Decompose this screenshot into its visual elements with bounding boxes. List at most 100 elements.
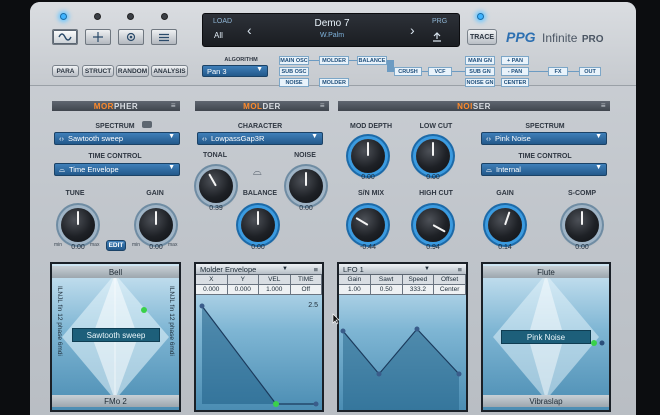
lfo-title[interactable]: LFO 1 xyxy=(343,265,364,274)
tab-oscillator[interactable] xyxy=(52,29,78,45)
lfo-value-speed[interactable]: 333.2 xyxy=(402,285,435,295)
edit-button[interactable]: EDIT xyxy=(106,240,126,251)
envelope-link-icon[interactable]: ⌓ xyxy=(253,166,262,179)
pad-left-side-text: ILNJL fin 12 phase 6mdi xyxy=(56,286,63,356)
lfo-table: Gain Sawt Speed Offset 1.00 0.50 333.2 Center xyxy=(339,275,466,295)
low-cut-label: LOW CUT xyxy=(419,123,453,130)
morpher-title: PHER xyxy=(113,101,139,111)
noiser-gain-knob[interactable] xyxy=(488,208,522,242)
lfo-value-sawt[interactable]: 0.50 xyxy=(370,285,403,295)
route-main-gain[interactable]: MAIN GN xyxy=(465,56,495,65)
pad-right-top-label[interactable]: Flute xyxy=(483,266,609,278)
algorithm-select[interactable]: Pan 3 ▼ xyxy=(202,65,268,77)
molder-noise-knob[interactable] xyxy=(289,169,323,203)
morph-pad-right[interactable]: Flute Pink Noise Vibraslap xyxy=(481,262,611,412)
molder-header: MOL DER ≡ xyxy=(195,101,329,111)
tab-effects[interactable] xyxy=(118,29,144,45)
chevron-down-icon: ▼ xyxy=(168,133,175,140)
preset-name[interactable]: Demo 7 xyxy=(273,18,391,29)
export-preset-button[interactable] xyxy=(432,30,442,48)
character-value: LowpassGap3R xyxy=(211,134,265,143)
env-value-vel[interactable]: 1.000 xyxy=(259,285,291,295)
morpher-gain-value: 0.00 xyxy=(149,244,163,251)
morpher-menu-icon[interactable]: ≡ xyxy=(171,101,176,110)
morph-pad-left[interactable]: Bell Sawtooth sweep FMo 2 ILNJL fin 12 p… xyxy=(50,262,181,412)
lfo-value-gain[interactable]: 1.00 xyxy=(339,285,371,295)
morpher-time-control-select[interactable]: ⌓ Time Envelope ▼ xyxy=(54,163,180,176)
spectrum-toggle-icon[interactable] xyxy=(142,121,152,128)
character-label: CHARACTER xyxy=(237,123,283,130)
env-header-y: Y xyxy=(227,275,259,285)
struct-button[interactable]: STRUCT xyxy=(82,65,114,77)
para-button[interactable]: PARA xyxy=(52,65,79,77)
molder-envelope-menu-icon[interactable]: ≡ xyxy=(314,265,318,274)
route-sub-gain[interactable]: SUB GN xyxy=(465,67,495,76)
chevron-down-icon[interactable]: ▼ xyxy=(424,266,430,272)
prev-preset-button[interactable]: ‹ xyxy=(247,22,252,38)
noiser-time-control-select[interactable]: ⌓ Internal ▼ xyxy=(481,163,607,176)
env-value-y[interactable]: 0.000 xyxy=(227,285,259,295)
lfo-value-offset[interactable]: Center xyxy=(434,285,466,295)
high-cut-knob[interactable] xyxy=(416,208,450,242)
pad-right-bottom-label[interactable]: Vibraslap xyxy=(483,395,609,407)
morpher-spectrum-select[interactable]: ‹› Sawtooth sweep ▼ xyxy=(54,132,180,145)
route-noise[interactable]: NOISE xyxy=(279,78,309,87)
route-balance[interactable]: BALANCE xyxy=(357,56,387,65)
morpher-time-control-value: Time Envelope xyxy=(68,165,119,174)
mod-depth-knob[interactable] xyxy=(351,139,385,173)
scomp-knob[interactable] xyxy=(565,208,599,242)
pad-left-top-label[interactable]: Bell xyxy=(52,266,179,278)
lfo-menu-icon[interactable]: ≡ xyxy=(458,265,462,274)
route-molder-1[interactable]: MOLDER xyxy=(319,56,349,65)
chevron-down-icon[interactable]: ▼ xyxy=(282,266,288,272)
balance-knob[interactable] xyxy=(241,208,275,242)
molder-envelope-title[interactable]: Molder Envelope xyxy=(200,265,256,274)
noiser-menu-icon[interactable]: ≡ xyxy=(601,101,606,110)
lfo-header-sawt: Sawt xyxy=(370,275,403,285)
character-select[interactable]: ‹› LowpassGap3R ▼ xyxy=(197,132,323,145)
route-minus-pan[interactable]: - PAN xyxy=(501,67,529,76)
load-category[interactable]: All xyxy=(214,31,223,40)
morpher-gain-knob[interactable] xyxy=(139,208,173,242)
route-crush[interactable]: CRUSH xyxy=(394,67,422,76)
low-cut-knob[interactable] xyxy=(416,139,450,173)
random-button[interactable]: RANDOM xyxy=(116,65,149,77)
route-out[interactable]: OUT xyxy=(579,67,601,76)
env-value-x[interactable]: 0.000 xyxy=(196,285,228,295)
env-value-time[interactable]: Off xyxy=(290,285,322,295)
trace-button[interactable]: TRACE xyxy=(467,29,497,45)
tab-modulation[interactable] xyxy=(85,29,111,45)
low-cut-value: 0.00 xyxy=(426,174,440,181)
tonal-knob[interactable] xyxy=(199,169,233,203)
route-main-osc[interactable]: MAIN OSC xyxy=(279,56,309,65)
chevron-down-icon: ▼ xyxy=(256,66,263,73)
route-noise-gain[interactable]: NOISE GN xyxy=(465,78,495,87)
lfo-panel[interactable]: LFO 1 ▼ ≡ Gain Sawt Speed Offset 1.00 0.50 33… xyxy=(337,262,468,412)
high-cut-label: HIGH CUT xyxy=(419,190,453,197)
route-molder-2[interactable]: MOLDER xyxy=(319,78,349,87)
next-preset-button[interactable]: › xyxy=(410,22,415,38)
record-icon xyxy=(126,32,136,42)
pad-left-bottom-label[interactable]: FMo 2 xyxy=(52,395,179,407)
algorithm-label: ALGORITHM xyxy=(224,57,258,63)
tune-knob[interactable] xyxy=(61,208,95,242)
tab-settings[interactable] xyxy=(151,29,177,45)
analysis-button[interactable]: ANALYSIS xyxy=(151,65,188,77)
route-plus-pan[interactable]: + PAN xyxy=(501,56,529,65)
molder-menu-icon[interactable]: ≡ xyxy=(320,101,325,110)
envelope-icon: ⌓ xyxy=(486,164,492,174)
tonal-value: 0.39 xyxy=(209,205,223,212)
noiser-spectrum-value: Pink Noise xyxy=(495,134,531,143)
route-sub-osc[interactable]: SUB OSC xyxy=(279,67,309,76)
noiser-spectrum-select[interactable]: ‹› Pink Noise ▼ xyxy=(481,132,607,145)
route-vcf[interactable]: VCF xyxy=(428,67,452,76)
molder-envelope-panel[interactable]: Molder Envelope ▼ ≡ X Y VEL TIME 0.000 0.000… xyxy=(194,262,324,412)
route-fx[interactable]: FX xyxy=(548,67,568,76)
chevron-down-icon: ▼ xyxy=(311,133,318,140)
noiser-time-control-value: Internal xyxy=(495,165,521,174)
route-center[interactable]: CENTER xyxy=(501,78,529,87)
trace-led xyxy=(477,13,484,20)
brand-logo: PPG xyxy=(506,29,536,45)
sn-mix-knob[interactable] xyxy=(351,208,385,242)
scomp-value: 0.00 xyxy=(575,244,589,251)
